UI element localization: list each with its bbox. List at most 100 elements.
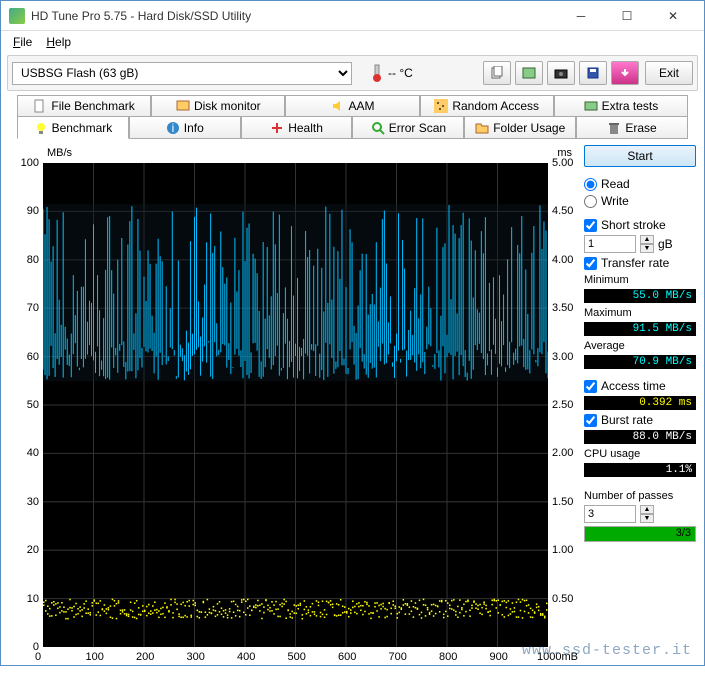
max-label: Maximum xyxy=(584,307,696,319)
tab-benchmark[interactable]: Benchmark xyxy=(17,117,129,139)
file-icon xyxy=(33,99,47,113)
titlebar: HD Tune Pro 5.75 - Hard Disk/SSD Utility… xyxy=(1,1,704,31)
load-button[interactable] xyxy=(611,61,639,85)
tabs-row-2: Benchmark iInfo Health Error Scan Folder… xyxy=(1,117,704,139)
tab-health[interactable]: Health xyxy=(241,117,353,139)
y-tick: 50 xyxy=(27,399,39,411)
passes-label: Number of passes xyxy=(584,490,696,502)
watermark: www.ssd-tester.it xyxy=(522,642,692,659)
y2-tick: 5.00 xyxy=(552,157,573,169)
x-tick: 400 xyxy=(237,651,255,663)
short-stroke-check[interactable]: Short stroke xyxy=(584,218,696,232)
y2-tick: 3.50 xyxy=(552,302,573,314)
menu-help[interactable]: Help xyxy=(40,33,77,51)
speaker-icon xyxy=(331,99,345,113)
monitor-icon xyxy=(176,99,190,113)
y2-tick: 4.00 xyxy=(552,254,573,266)
tab-erase[interactable]: Erase xyxy=(576,117,688,139)
temperature: -- °C xyxy=(370,63,413,83)
tab-error-scan[interactable]: Error Scan xyxy=(352,117,464,139)
transfer-check[interactable]: Transfer rate xyxy=(584,256,696,270)
tab-random-access[interactable]: Random Access xyxy=(420,95,554,117)
tab-aam[interactable]: AAM xyxy=(285,95,419,117)
y2-tick: 2.00 xyxy=(552,447,573,459)
short-stroke-input[interactable] xyxy=(584,235,636,253)
side-panel: Start Read Write Short stroke ▲▼ gB Tran… xyxy=(584,145,696,673)
folder-icon xyxy=(475,121,489,135)
drive-select[interactable]: USBSG Flash (63 gB) xyxy=(12,62,352,85)
copy-text-button[interactable] xyxy=(483,61,511,85)
x-tick: 200 xyxy=(136,651,154,663)
short-stroke-unit: gB xyxy=(658,237,673,251)
maximize-button[interactable]: ☐ xyxy=(604,2,650,30)
bulb-icon xyxy=(34,121,48,135)
read-radio[interactable]: Read xyxy=(584,177,696,191)
y-axis-label: MB/s xyxy=(47,147,72,159)
close-button[interactable]: ✕ xyxy=(650,2,696,30)
copy-screenshot-button[interactable] xyxy=(515,61,543,85)
tabs-row-1: File Benchmark Disk monitor AAM Random A… xyxy=(1,95,704,117)
y-tick: 10 xyxy=(27,593,39,605)
menubar: File Help xyxy=(1,31,704,53)
y-tick: 60 xyxy=(27,351,39,363)
health-icon xyxy=(270,121,284,135)
extra-icon xyxy=(584,99,598,113)
y2-tick: 4.50 xyxy=(552,205,573,217)
exit-button[interactable]: Exit xyxy=(645,61,693,85)
x-tick: 700 xyxy=(389,651,407,663)
y-tick: 20 xyxy=(27,544,39,556)
random-icon xyxy=(434,99,448,113)
x-tick: 500 xyxy=(288,651,306,663)
trash-icon xyxy=(607,121,621,135)
burst-rate-value: 88.0 MB/s xyxy=(584,430,696,444)
burst-rate-check[interactable]: Burst rate xyxy=(584,413,696,427)
y-tick: 100 xyxy=(21,157,39,169)
x-tick: 900 xyxy=(490,651,508,663)
tab-file-benchmark[interactable]: File Benchmark xyxy=(17,95,151,117)
window-title: HD Tune Pro 5.75 - Hard Disk/SSD Utility xyxy=(31,9,558,23)
y2-tick: 1.50 xyxy=(552,496,573,508)
write-radio[interactable]: Write xyxy=(584,194,696,208)
avg-label: Average xyxy=(584,340,696,352)
menu-file[interactable]: File xyxy=(7,33,38,51)
temp-value: -- °C xyxy=(388,66,413,80)
start-button[interactable]: Start xyxy=(584,145,696,167)
x-tick: 600 xyxy=(338,651,356,663)
y-tick: 90 xyxy=(27,205,39,217)
toolbar: USBSG Flash (63 gB) -- °C Exit xyxy=(7,55,698,91)
x-tick: 300 xyxy=(187,651,205,663)
max-value: 91.5 MB/s xyxy=(584,322,696,336)
passes-spinner[interactable]: ▲▼ xyxy=(640,505,654,523)
tab-folder-usage[interactable]: Folder Usage xyxy=(464,117,576,139)
y2-tick: 2.50 xyxy=(552,399,573,411)
benchmark-plot xyxy=(43,163,548,647)
tab-disk-monitor[interactable]: Disk monitor xyxy=(151,95,285,117)
save-button[interactable] xyxy=(579,61,607,85)
info-icon: i xyxy=(166,121,180,135)
x-tick: 100 xyxy=(86,651,104,663)
passes-progress: 3/3 xyxy=(584,526,696,542)
passes-input[interactable] xyxy=(584,505,636,523)
access-time-value: 0.392 ms xyxy=(584,396,696,410)
content: MB/s ms 0102030405060708090100 0.501.001… xyxy=(1,139,704,677)
x-tick: 0 xyxy=(35,651,41,663)
y2-tick: 0.50 xyxy=(552,593,573,605)
y-tick: 30 xyxy=(27,496,39,508)
chart-area: MB/s ms 0102030405060708090100 0.501.001… xyxy=(9,145,578,673)
y2-tick: 1.00 xyxy=(552,544,573,556)
access-time-check[interactable]: Access time xyxy=(584,379,696,393)
app-icon xyxy=(9,8,25,24)
screenshot-button[interactable] xyxy=(547,61,575,85)
cpu-value: 1.1% xyxy=(584,463,696,477)
tab-info[interactable]: iInfo xyxy=(129,117,241,139)
cpu-label: CPU usage xyxy=(584,448,696,460)
tab-extra-tests[interactable]: Extra tests xyxy=(554,95,688,117)
y-tick: 40 xyxy=(27,447,39,459)
y-tick: 70 xyxy=(27,302,39,314)
x-tick: 800 xyxy=(439,651,457,663)
min-value: 55.0 MB/s xyxy=(584,289,696,303)
minimize-button[interactable]: ─ xyxy=(558,2,604,30)
short-stroke-spinner[interactable]: ▲▼ xyxy=(640,235,654,253)
y2-tick: 3.00 xyxy=(552,351,573,363)
y-tick: 80 xyxy=(27,254,39,266)
